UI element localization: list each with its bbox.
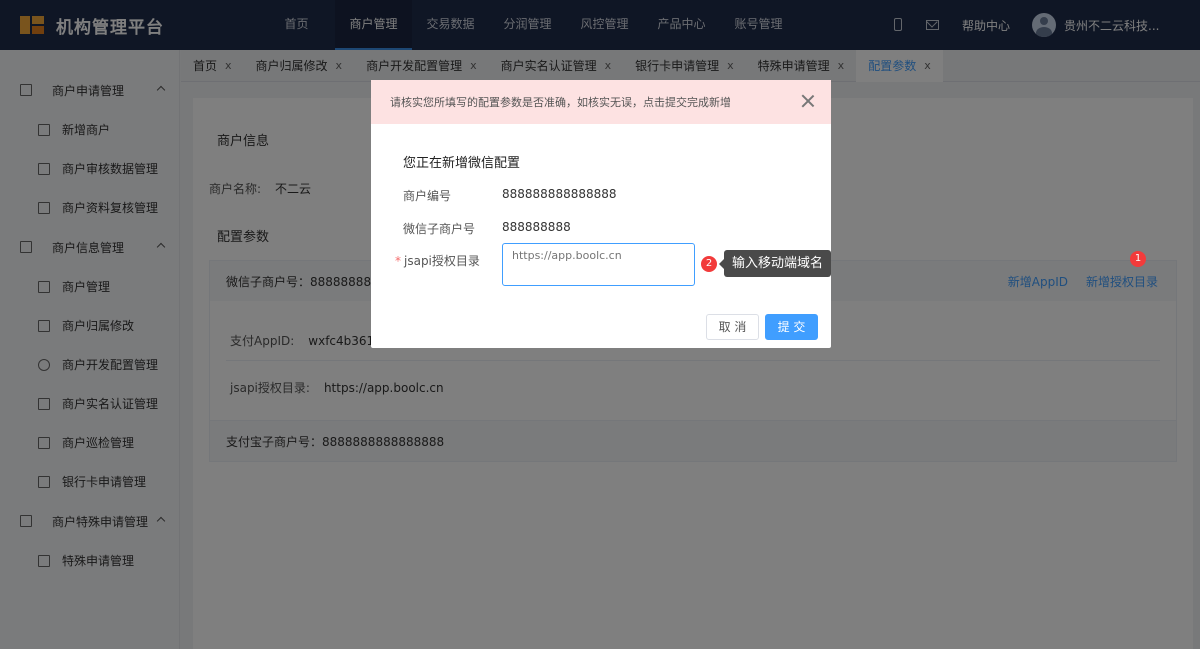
wechat-sub-value: 888888888 <box>502 220 571 234</box>
alert-text: 请核实您所填写的配置参数是否准确，如核实无误，点击提交完成新增 <box>390 96 731 109</box>
jsapi-dir-input[interactable] <box>502 243 695 286</box>
merchant-no-value: 888888888888888 <box>502 187 617 201</box>
step-badge-1: 1 <box>1130 251 1146 267</box>
jsapi-field-label: * jsapi授权目录 <box>395 252 480 269</box>
add-wechat-config-dialog: 请核实您所填写的配置参数是否准确，如核实无误，点击提交完成新增 您正在新增微信配… <box>371 80 831 348</box>
close-icon[interactable] <box>801 94 815 108</box>
required-mark: * <box>395 254 401 268</box>
dialog-title: 您正在新增微信配置 <box>403 156 521 171</box>
wechat-sub-label: 微信子商户号 <box>403 222 476 236</box>
jsapi-label-text: jsapi授权目录 <box>404 254 480 268</box>
hint-tooltip: 输入移动端域名 <box>719 250 831 277</box>
submit-button[interactable]: 提 交 <box>765 314 818 340</box>
step-badge-2: 2 <box>701 256 717 272</box>
confirm-alert: 请核实您所填写的配置参数是否准确，如核实无误，点击提交完成新增 <box>371 80 831 124</box>
cancel-button[interactable]: 取 消 <box>706 314 759 340</box>
merchant-no-label: 商户编号 <box>403 189 452 203</box>
